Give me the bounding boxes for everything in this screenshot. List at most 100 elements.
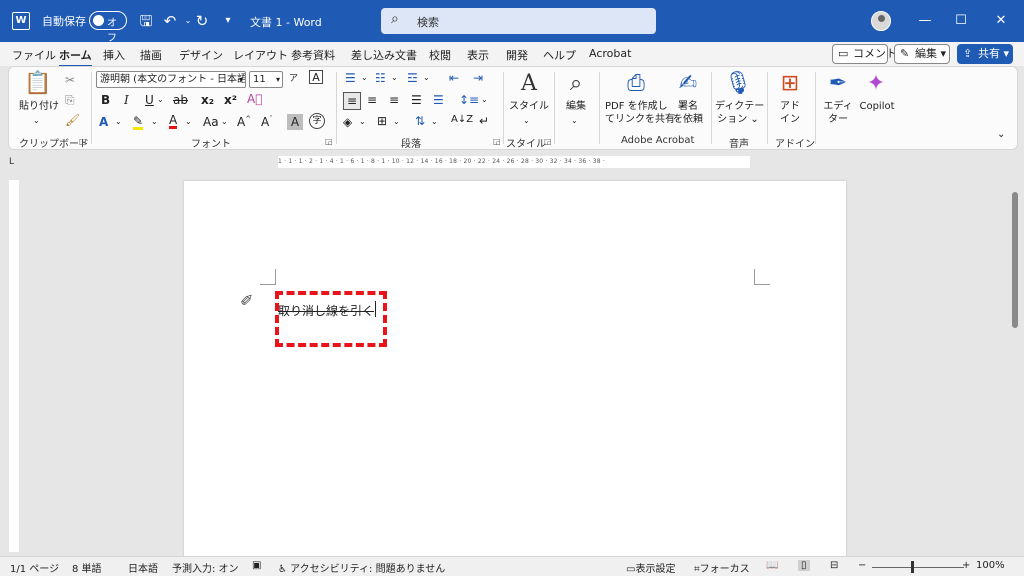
display-settings-button[interactable]: ▭表示設定 — [626, 560, 675, 575]
text-effects-icon[interactable]: A — [99, 115, 108, 129]
strikethrough-button[interactable]: ab — [173, 93, 188, 107]
tab-references[interactable]: 参考資料 — [291, 47, 335, 63]
edit-mode-button[interactable]: ✎ 編集 ▾ — [894, 44, 950, 64]
tab-home[interactable]: ホーム — [59, 47, 92, 67]
search-box[interactable]: ⌕ 検索 — [381, 8, 656, 34]
zoom-slider[interactable] — [872, 567, 964, 568]
highlight-color-icon[interactable]: ✎ — [133, 115, 144, 130]
paragraph-launcher-icon[interactable]: ◲ — [493, 137, 501, 146]
tab-mailings[interactable]: 差し込み文書 — [351, 47, 417, 63]
text-effects-dropdown-icon[interactable]: ⌄ — [115, 117, 122, 126]
shading-dropdown-icon[interactable]: ⌄ — [359, 117, 366, 126]
search-input[interactable]: 検索 — [417, 14, 439, 30]
redo-icon[interactable]: ↻ — [192, 11, 212, 31]
dictate-line2[interactable]: ション ⌄ — [715, 114, 761, 126]
maximize-button[interactable]: ☐ — [950, 10, 972, 32]
prediction-status[interactable]: 予測入力: オン — [172, 560, 239, 575]
bullets-dropdown-icon[interactable]: ⌄ — [361, 73, 368, 82]
tab-help[interactable]: ヘルプ — [543, 47, 576, 63]
styles-icon[interactable]: A — [512, 71, 546, 96]
vertical-ruler[interactable] — [9, 180, 19, 552]
copy-icon[interactable]: ⎘ — [65, 93, 75, 108]
user-avatar[interactable] — [871, 11, 891, 31]
copilot-button[interactable]: Copilot — [857, 101, 897, 113]
horizontal-ruler[interactable]: 1 · 1 · 1 · 2 · 1 · 4 · 1 · 6 · 1 · 8 · … — [278, 156, 750, 168]
word-count[interactable]: 8 単語 — [72, 560, 102, 575]
decrease-indent-icon[interactable]: ⇤ — [449, 71, 459, 85]
zoom-out-button[interactable]: − — [858, 560, 866, 571]
addins-line2[interactable]: イン — [775, 114, 805, 126]
print-layout-icon[interactable]: ▯ — [798, 560, 810, 571]
change-case-button[interactable]: Aa — [203, 115, 219, 129]
font-launcher-icon[interactable]: ◲ — [325, 137, 333, 146]
zoom-level[interactable]: 100% — [976, 560, 1005, 571]
microphone-icon[interactable]: 🎙 — [723, 71, 753, 96]
increase-indent-icon[interactable]: ⇥ — [473, 71, 483, 85]
accessibility-status[interactable]: ♿ アクセシビリティ: 問題ありません — [278, 560, 445, 575]
multilevel-dropdown-icon[interactable]: ⌄ — [423, 73, 430, 82]
tab-layout[interactable]: レイアウト — [233, 47, 288, 63]
align-left-button[interactable]: ≡ — [343, 92, 361, 110]
distributed-align-icon[interactable]: ☰ — [433, 93, 444, 107]
request-signature-icon[interactable]: ✍ — [673, 71, 703, 96]
numbering-dropdown-icon[interactable]: ⌄ — [391, 73, 398, 82]
paste-icon[interactable]: 📋 — [23, 71, 53, 96]
tab-draw[interactable]: 描画 — [140, 47, 162, 63]
vertical-scrollbar[interactable] — [1011, 180, 1019, 556]
align-right-button[interactable]: ≡ — [389, 93, 399, 107]
align-center-button[interactable]: ≡ — [367, 93, 377, 107]
web-layout-icon[interactable]: ⊟ — [830, 560, 838, 571]
macro-icon[interactable]: ▣ — [252, 560, 261, 571]
format-painter-icon[interactable]: 🖌 — [65, 113, 80, 127]
create-pdf-line1[interactable]: PDF を作成し — [605, 101, 668, 113]
multilevel-list-icon[interactable]: ☲ — [407, 71, 418, 85]
addins-line1[interactable]: アド — [775, 101, 805, 113]
zoom-in-button[interactable]: + — [962, 560, 970, 571]
editor-line1[interactable]: エディ — [823, 101, 853, 113]
tab-design[interactable]: デザイン — [179, 47, 223, 63]
asian-layout-dropdown-icon[interactable]: ⌄ — [431, 117, 438, 126]
scrollbar-thumb[interactable] — [1012, 192, 1018, 328]
borders-dropdown-icon[interactable]: ⌄ — [393, 117, 400, 126]
tab-developer[interactable]: 開発 — [506, 47, 528, 63]
undo-icon[interactable]: ↶ — [160, 11, 180, 31]
highlight-dropdown-icon[interactable]: ⌄ — [151, 117, 158, 126]
create-pdf-icon[interactable]: ⎙ — [621, 71, 651, 96]
sort-icon[interactable]: A↓Z — [451, 114, 473, 125]
create-pdf-line2[interactable]: てリンクを共有 — [605, 114, 675, 126]
show-paragraph-marks-icon[interactable]: ↵ — [479, 114, 489, 128]
clear-formatting-icon[interactable]: A⃫ — [247, 92, 262, 106]
paste-label[interactable]: 貼り付け — [19, 101, 59, 113]
subscript-button[interactable]: x₂ — [201, 93, 214, 107]
font-name-combo[interactable]: 游明朝 (本文のフォント - 日本語) ▾ — [96, 71, 246, 88]
underline-button[interactable]: U — [145, 93, 154, 107]
line-spacing-icon[interactable]: ↕≡ — [459, 93, 479, 107]
shrink-font-button[interactable]: Aˇ — [261, 115, 273, 129]
collapse-ribbon-icon[interactable]: ⌄ — [997, 129, 1005, 140]
editor-icon[interactable]: ✒ — [823, 71, 853, 96]
change-case-dropdown-icon[interactable]: ⌄ — [221, 117, 228, 126]
bold-button[interactable]: B — [101, 93, 110, 107]
phonetic-guide-icon[interactable]: ア — [289, 71, 298, 84]
find-icon[interactable]: ⌕ — [561, 71, 591, 96]
cut-icon[interactable]: ✂ — [65, 73, 75, 87]
read-mode-icon[interactable]: 📖 — [766, 560, 778, 571]
tab-acrobat[interactable]: Acrobat — [589, 47, 631, 60]
underline-dropdown-icon[interactable]: ⌄ — [157, 95, 164, 104]
zoom-slider-thumb[interactable] — [911, 561, 914, 573]
borders-icon[interactable]: ⊞ — [377, 114, 387, 128]
tab-view[interactable]: 表示 — [467, 47, 489, 63]
font-size-combo[interactable]: 11 ▾ — [249, 71, 283, 88]
editor-pen-icon[interactable]: ✐ — [240, 291, 253, 310]
styles-launcher-icon[interactable]: ◲ — [544, 137, 552, 146]
asian-layout-icon[interactable]: ⇅ — [415, 114, 425, 128]
tab-selector-icon[interactable]: L — [9, 157, 14, 167]
tab-review[interactable]: 校閲 — [429, 47, 451, 63]
document-page[interactable] — [184, 181, 846, 561]
editing-dropdown-icon[interactable]: ⌄ — [571, 115, 578, 127]
clipboard-launcher-icon[interactable]: ◲ — [79, 137, 87, 146]
styles-button[interactable]: スタイル — [507, 101, 551, 113]
shading-icon[interactable]: ◈ — [343, 115, 352, 129]
styles-dropdown-icon[interactable]: ⌄ — [523, 115, 530, 127]
editor-line2[interactable]: ター — [823, 114, 853, 126]
